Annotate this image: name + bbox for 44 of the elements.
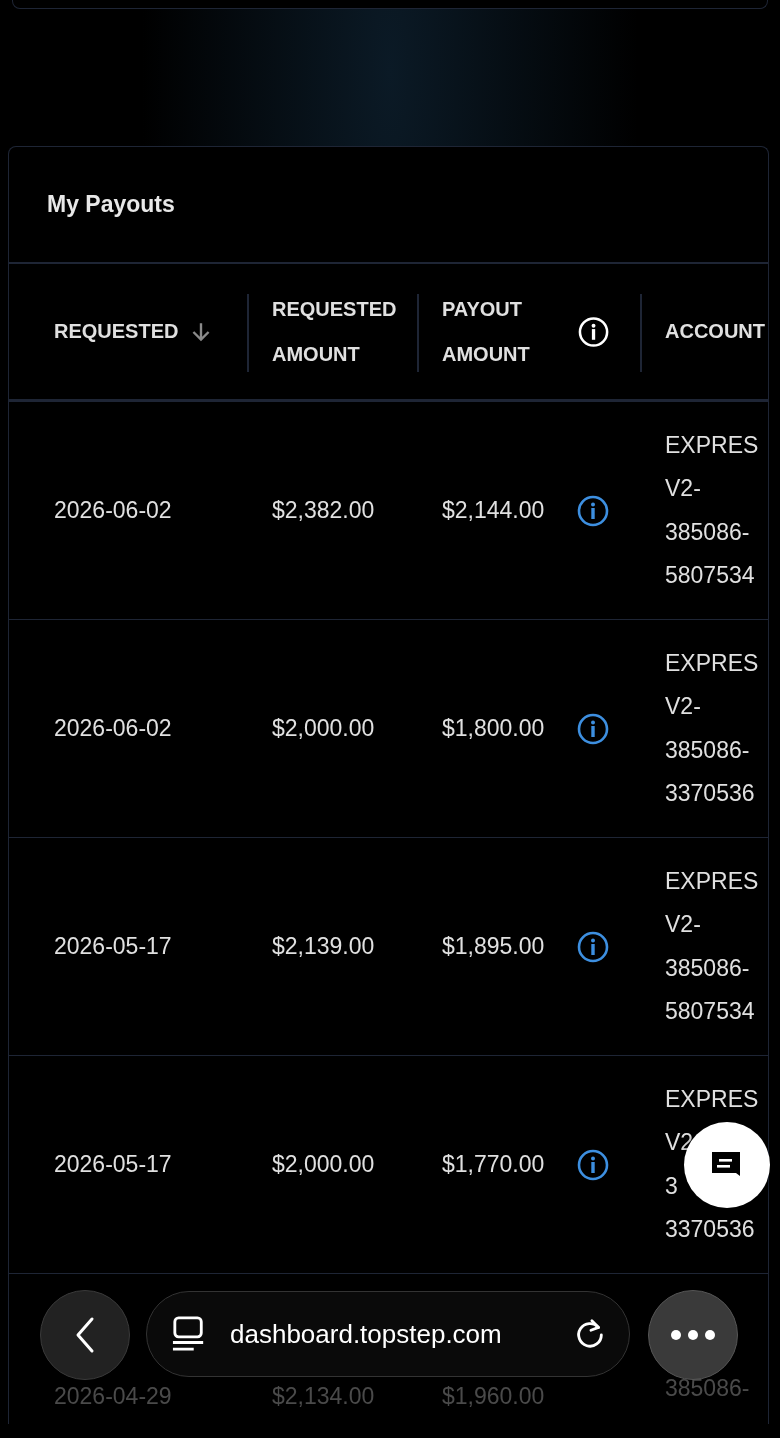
table-cell: 2026-05-17 xyxy=(54,1151,172,1178)
url-text[interactable]: dashboard.topstep.com xyxy=(230,1318,573,1350)
card-title: My Payouts xyxy=(47,191,175,218)
column-header[interactable]: REQUESTED xyxy=(54,309,179,354)
column-header[interactable]: REQUESTED AMOUNT xyxy=(272,286,412,377)
table-cell-text: 385086- xyxy=(665,517,750,547)
column-header[interactable]: ACCOUNT xyxy=(665,309,765,354)
table-cell-text: 5807534 xyxy=(665,561,755,590)
info-icon[interactable] xyxy=(577,712,609,745)
table-cell: 2026-06-02 xyxy=(54,715,172,742)
table-cell-text: 3370536 xyxy=(665,779,755,808)
table-cell: $1,800.00 xyxy=(442,715,545,742)
table-cell: $1,770.00 xyxy=(442,1151,545,1178)
table-cell-text: 3370536 xyxy=(665,1215,755,1244)
info-icon[interactable] xyxy=(577,930,609,963)
table-cell: $2,382.00 xyxy=(272,497,375,524)
info-icon[interactable] xyxy=(577,494,609,527)
table-cell-text: 385086- xyxy=(665,1373,750,1403)
table-cell-text: V2- xyxy=(665,910,701,939)
table-cell: $1,960.00 xyxy=(442,1383,545,1410)
table-cell-text: EXPRES xyxy=(665,648,759,678)
table-cell-text: EXPRES xyxy=(665,430,759,460)
more-icon[interactable] xyxy=(670,1329,716,1341)
table-cell-text: EXPRES xyxy=(665,866,759,896)
table-cell-text: 385086- xyxy=(665,953,750,983)
column-header[interactable]: PAYOUT AMOUNT xyxy=(442,286,578,377)
table-cell: $2,000.00 xyxy=(272,1151,375,1178)
table-cell: 2026-05-17 xyxy=(54,933,172,960)
table-cell: $2,134.00 xyxy=(272,1383,375,1410)
table-cell: $1,895.00 xyxy=(442,933,545,960)
table-cell-text: 385086- xyxy=(665,735,750,765)
table-cell-text: 5807534 xyxy=(665,997,755,1026)
table-cell: $2,000.00 xyxy=(272,715,375,742)
table-cell-text: V2- xyxy=(665,692,701,721)
table-cell: 2026-06-02 xyxy=(54,497,172,524)
table-cell: $2,139.00 xyxy=(272,933,375,960)
table-cell-text: EXPRES xyxy=(665,1084,759,1114)
table-cell-text: 3 xyxy=(665,1171,678,1201)
table-cell: $2,144.00 xyxy=(442,497,545,524)
address-bar[interactable]: dashboard.topstep.com xyxy=(146,1291,630,1377)
tabs-icon[interactable] xyxy=(172,1315,206,1353)
info-icon[interactable] xyxy=(577,1148,609,1181)
table-cell-text: V2- xyxy=(665,474,701,503)
table-cell: 2026-04-29 xyxy=(54,1383,172,1410)
